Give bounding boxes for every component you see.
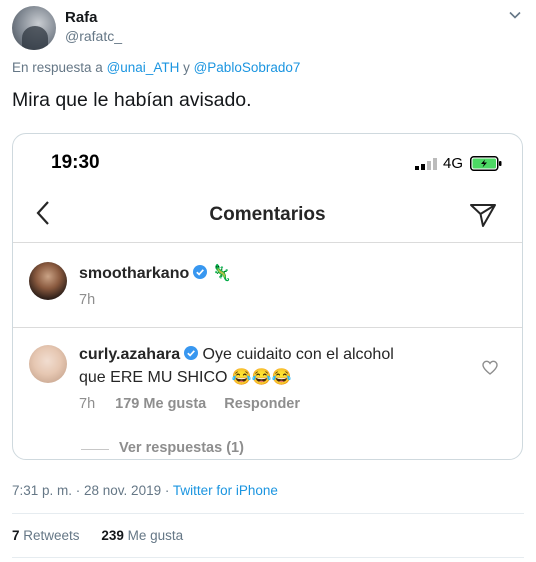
reply-context: En respuesta a @unai_ATH y @PabloSobrado… [12, 60, 300, 75]
divider [13, 242, 522, 243]
mention-link-2[interactable]: @PabloSobrado7 [194, 60, 301, 75]
reply-prefix: En respuesta a [12, 60, 103, 75]
network-label: 4G [443, 155, 464, 172]
comment-time: 7h [79, 292, 96, 308]
send-icon[interactable] [469, 202, 497, 228]
divider [12, 557, 524, 558]
comment-meta: 7h 179 Me gusta Responder [79, 396, 300, 412]
comment-username[interactable]: curly.azahara [79, 346, 180, 363]
mention-link-1[interactable]: @unai_ATH [107, 60, 180, 75]
retweets-stat[interactable]: 7 Retweets [12, 528, 80, 543]
attached-image[interactable]: 19:30 4G Comentarios smootharkano 🦎 7h c… [12, 133, 523, 460]
comment-header: smootharkano 🦎 [79, 263, 232, 283]
source-link[interactable]: Twitter for iPhone [173, 483, 278, 498]
retweets-count: 7 [12, 528, 20, 543]
author-handle[interactable]: @rafatc_ [65, 28, 122, 44]
chevron-down-icon[interactable] [508, 8, 522, 22]
comment-text-line-1: Oye cuidaito con el alcohol [202, 346, 394, 363]
status-time: 19:30 [51, 152, 100, 173]
comments-title: Comentarios [209, 204, 326, 225]
tweet-timestamp: 7:31 p. m. · 28 nov. 2019 · Twitter for … [12, 483, 278, 498]
signal-icon [415, 158, 437, 170]
comment-likes[interactable]: 179 Me gusta [115, 396, 206, 412]
comment-username[interactable]: smootharkano [79, 265, 189, 282]
commenter-avatar[interactable] [29, 345, 67, 383]
verified-badge-icon [184, 346, 199, 360]
heart-icon[interactable] [482, 360, 498, 375]
timestamp-text[interactable]: 7:31 p. m. · 28 nov. 2019 · [12, 483, 169, 498]
author-name[interactable]: Rafa [65, 9, 98, 26]
likes-count: 239 [101, 528, 124, 543]
reply-button[interactable]: Responder [224, 396, 300, 412]
commenter-avatar[interactable] [29, 262, 67, 300]
tweet-stats: 7 Retweets 239 Me gusta [12, 528, 183, 543]
view-replies-button[interactable]: Ver respuestas (1) [119, 440, 244, 456]
avatar[interactable] [12, 6, 56, 50]
reply-joiner: y [183, 60, 190, 75]
comment-header: curly.azahara Oye cuidaito con el alcoho… [79, 346, 394, 364]
divider [12, 513, 524, 514]
verified-badge-icon [193, 265, 208, 279]
divider [13, 327, 522, 328]
likes-stat[interactable]: 239 Me gusta [101, 528, 183, 543]
comment-text-line-2: que ERE MU SHICO 😂😂😂 [79, 369, 292, 386]
tweet-text: Mira que le habían avisado. [12, 89, 252, 111]
comment-time: 7h [79, 396, 96, 412]
replies-line [81, 449, 109, 450]
comment-text: 🦎 [211, 265, 232, 282]
retweets-label: Retweets [23, 528, 80, 543]
battery-icon [470, 156, 502, 171]
likes-label: Me gusta [127, 528, 184, 543]
